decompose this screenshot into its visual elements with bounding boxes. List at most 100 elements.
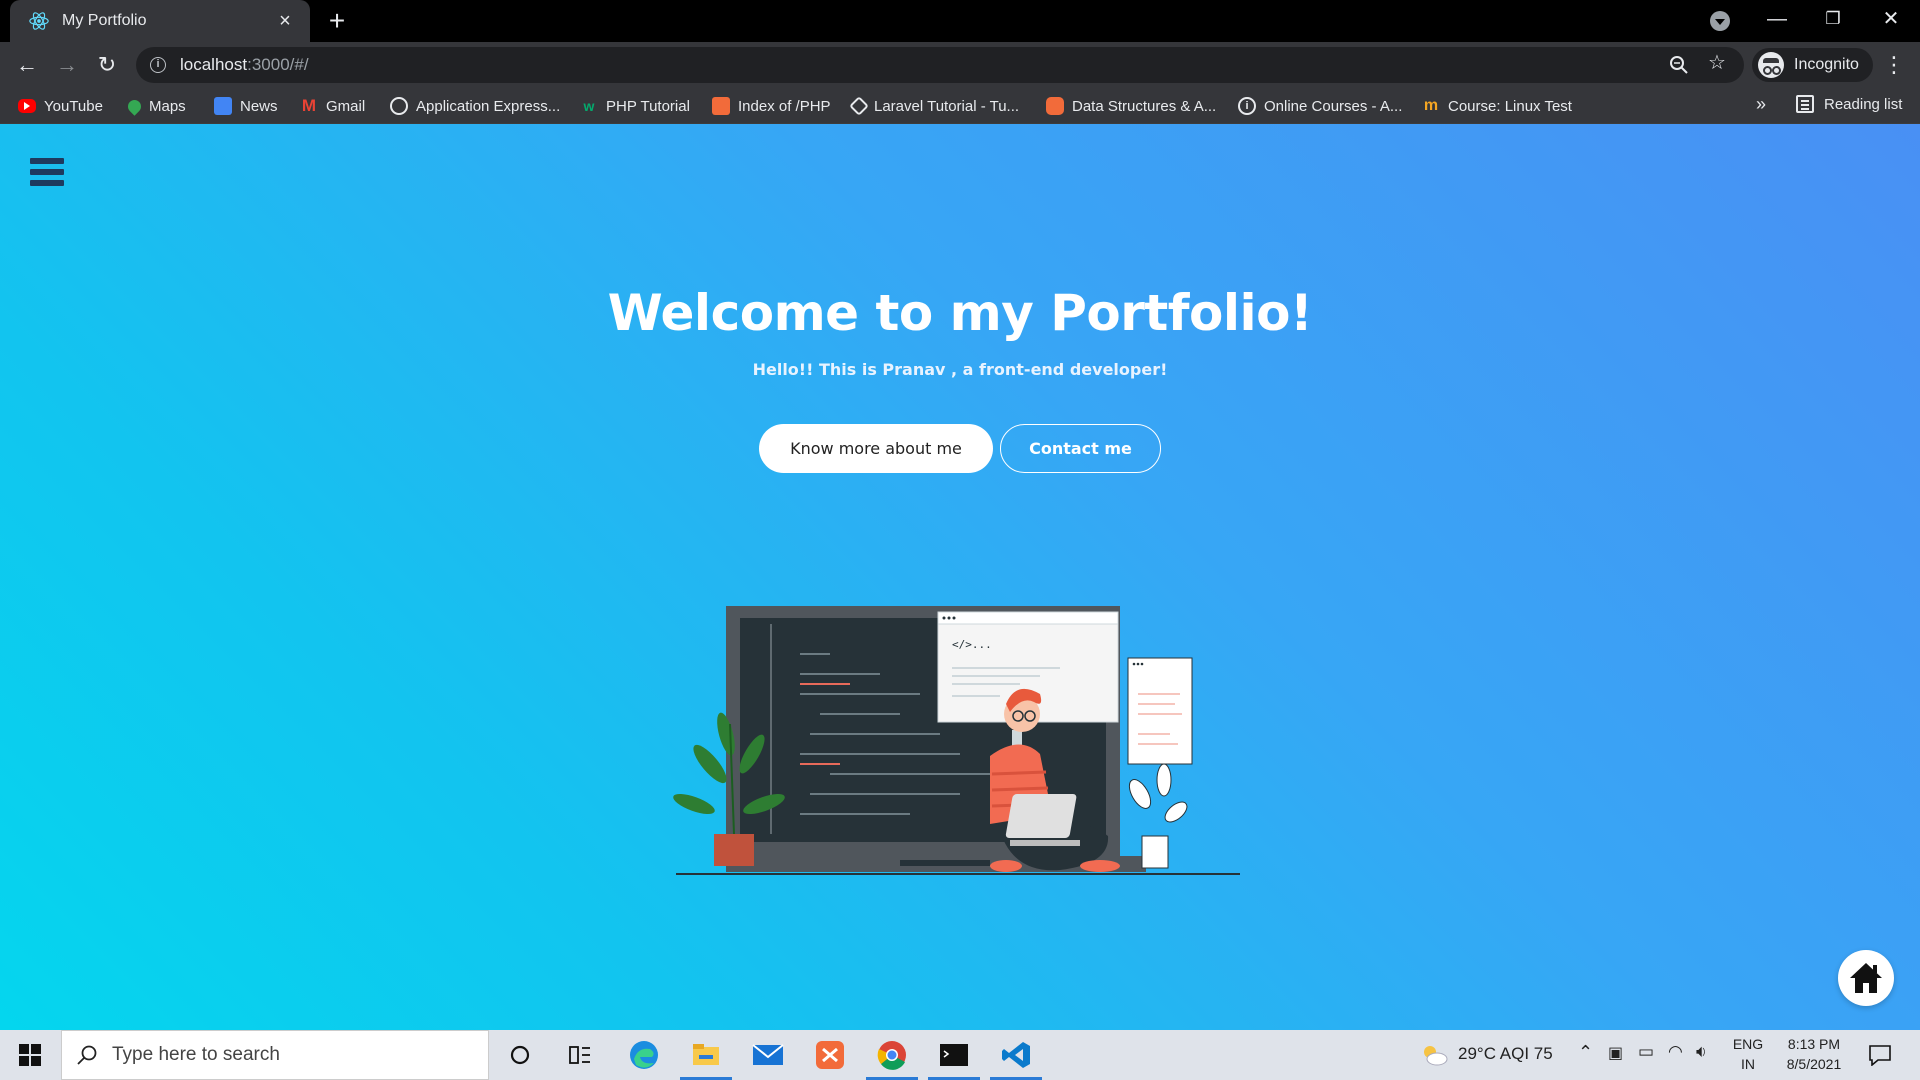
weather-icon[interactable] bbox=[1416, 1037, 1452, 1073]
clock-time[interactable]: 8:13 PM bbox=[1774, 1036, 1854, 1052]
incognito-profile-button[interactable]: Incognito bbox=[1752, 48, 1873, 82]
laravel-icon bbox=[849, 96, 869, 116]
youtube-icon bbox=[18, 99, 36, 113]
incognito-label: Incognito bbox=[1794, 56, 1859, 73]
meet-now-icon[interactable]: ▣ bbox=[1608, 1043, 1623, 1063]
gmail-icon: M bbox=[301, 96, 317, 115]
xampp-icon bbox=[712, 97, 730, 115]
bookmark-label: PHP Tutorial bbox=[606, 97, 690, 115]
url-path: :3000/#/ bbox=[247, 55, 309, 74]
news-icon bbox=[214, 97, 232, 115]
weather-readout[interactable]: 29°C AQI 75 bbox=[1458, 1044, 1553, 1064]
moodle-icon: m bbox=[1423, 97, 1439, 114]
back-arrow-icon[interactable]: ← bbox=[11, 49, 43, 81]
bookmark-label: YouTube bbox=[44, 97, 103, 115]
restore-button[interactable]: ❐ bbox=[1813, 4, 1853, 34]
home-icon bbox=[1850, 963, 1882, 993]
bookmark-online-courses[interactable]: i Online Courses - A... bbox=[1238, 95, 1402, 117]
course-icon bbox=[1046, 97, 1064, 115]
portfolio-page: Welcome to my Portfolio! Hello!! This is… bbox=[0, 124, 1920, 1030]
bookmark-laravel-tutorial[interactable]: Laravel Tutorial - Tu... bbox=[849, 95, 1020, 117]
terminal-icon[interactable] bbox=[928, 1037, 980, 1080]
clock-date[interactable]: 8/5/2021 bbox=[1774, 1056, 1854, 1072]
taskbar-search-box[interactable]: Type here to search bbox=[61, 1030, 489, 1080]
forward-arrow-icon[interactable]: → bbox=[51, 49, 83, 81]
page-title: Welcome to my Portfolio! bbox=[607, 284, 1313, 342]
bookmark-label: Gmail bbox=[326, 97, 366, 115]
tab-search-icon[interactable] bbox=[1710, 11, 1730, 31]
bookmark-gmail[interactable]: M Gmail bbox=[300, 95, 365, 117]
browser-tab[interactable]: My Portfolio × bbox=[10, 0, 310, 42]
mail-icon[interactable] bbox=[750, 1037, 786, 1073]
site-info-icon[interactable]: i bbox=[150, 57, 166, 73]
tab-title: My Portfolio bbox=[62, 12, 147, 29]
xampp-icon[interactable] bbox=[812, 1037, 848, 1073]
reading-list-icon bbox=[1796, 95, 1814, 113]
bookmark-application-express[interactable]: Application Express... bbox=[390, 95, 560, 117]
file-explorer-icon[interactable] bbox=[680, 1037, 732, 1080]
maps-pin-icon bbox=[125, 96, 144, 116]
know-more-button[interactable]: Know more about me bbox=[759, 424, 993, 473]
browser-menu-icon[interactable]: ⋮ bbox=[1882, 50, 1906, 80]
incognito-icon bbox=[1758, 52, 1784, 78]
bookmark-star-icon[interactable]: ☆ bbox=[1704, 50, 1730, 75]
vscode-icon[interactable] bbox=[990, 1037, 1042, 1080]
globe-icon bbox=[390, 97, 408, 115]
battery-icon[interactable]: ▭ bbox=[1638, 1042, 1654, 1062]
bookmark-maps[interactable]: Maps bbox=[125, 95, 186, 117]
bookmark-index-of-php[interactable]: Index of /PHP bbox=[712, 95, 831, 117]
bookmark-label: Data Structures & A... bbox=[1072, 97, 1217, 115]
react-icon bbox=[29, 12, 49, 30]
hamburger-menu-icon[interactable] bbox=[30, 158, 64, 190]
zoom-icon[interactable] bbox=[1666, 55, 1692, 75]
close-window-button[interactable]: ✕ bbox=[1871, 4, 1911, 34]
windows-taskbar: Type here to search 29°C AQI 75 ⌃ ▣ ▭ ◠ … bbox=[0, 1030, 1920, 1080]
language-code[interactable]: ENG bbox=[1728, 1036, 1768, 1052]
bookmark-course-linux-test[interactable]: m Course: Linux Test bbox=[1422, 95, 1572, 117]
wifi-icon[interactable]: ◠ bbox=[1668, 1042, 1683, 1062]
bookmarks-bar: YouTube Maps News M Gmail Application Ex… bbox=[0, 88, 1920, 124]
task-view-icon[interactable] bbox=[562, 1037, 598, 1073]
bookmark-label: News bbox=[240, 97, 278, 115]
code-tag-text: </>... bbox=[952, 638, 992, 651]
address-bar[interactable]: i localhost:3000/#/ ☆ bbox=[136, 47, 1744, 83]
bookmark-youtube[interactable]: YouTube bbox=[18, 95, 103, 117]
bookmark-label: Course: Linux Test bbox=[1448, 97, 1572, 115]
w3schools-icon: w bbox=[583, 98, 595, 114]
minimize-button[interactable]: — bbox=[1757, 4, 1797, 34]
reading-list-label: Reading list bbox=[1824, 95, 1903, 113]
volume-icon[interactable]: 🔉︎ bbox=[1696, 1042, 1707, 1062]
reading-list-button[interactable]: Reading list bbox=[1796, 95, 1902, 113]
bookmark-label: Application Express... bbox=[416, 97, 561, 115]
bookmark-php-tutorial[interactable]: w PHP Tutorial bbox=[580, 95, 690, 117]
side-code-window bbox=[1127, 657, 1193, 765]
start-button[interactable] bbox=[0, 1030, 60, 1080]
bookmark-label: Maps bbox=[149, 97, 186, 115]
plant-pot bbox=[714, 834, 754, 866]
page-subtitle: Hello!! This is Pranav , a front-end dev… bbox=[752, 360, 1168, 379]
show-hidden-icons-chevron-icon[interactable]: ⌃ bbox=[1578, 1042, 1593, 1063]
bookmark-label: Index of /PHP bbox=[738, 97, 831, 115]
browser-tab-strip: My Portfolio × + — ❐ ✕ bbox=[0, 0, 1920, 42]
bookmark-data-structures[interactable]: Data Structures & A... bbox=[1046, 95, 1216, 117]
reload-icon[interactable]: ↻ bbox=[91, 49, 123, 81]
search-placeholder: Type here to search bbox=[112, 1044, 280, 1065]
cortana-icon[interactable] bbox=[502, 1037, 538, 1073]
search-icon bbox=[77, 1045, 97, 1065]
developer-illustration: </>... bbox=[673, 606, 1240, 875]
more-bookmarks-button[interactable]: » bbox=[1756, 94, 1766, 115]
bookmark-label: Laravel Tutorial - Tu... bbox=[874, 97, 1020, 115]
tab-close-icon[interactable]: × bbox=[274, 10, 296, 32]
home-button[interactable] bbox=[1838, 950, 1894, 1006]
edge-browser-icon[interactable] bbox=[626, 1037, 662, 1073]
white-pot bbox=[1141, 835, 1169, 869]
new-tab-button[interactable]: + bbox=[322, 7, 352, 35]
notifications-icon[interactable] bbox=[1862, 1037, 1898, 1073]
bookmark-news[interactable]: News bbox=[214, 95, 278, 117]
contact-me-button[interactable]: Contact me bbox=[1000, 424, 1161, 473]
language-region[interactable]: IN bbox=[1728, 1056, 1768, 1072]
windows-logo-icon bbox=[19, 1044, 41, 1066]
chrome-icon[interactable] bbox=[866, 1037, 918, 1080]
info-circle-icon: i bbox=[1238, 97, 1256, 115]
bookmark-label: Online Courses - A... bbox=[1264, 97, 1403, 115]
